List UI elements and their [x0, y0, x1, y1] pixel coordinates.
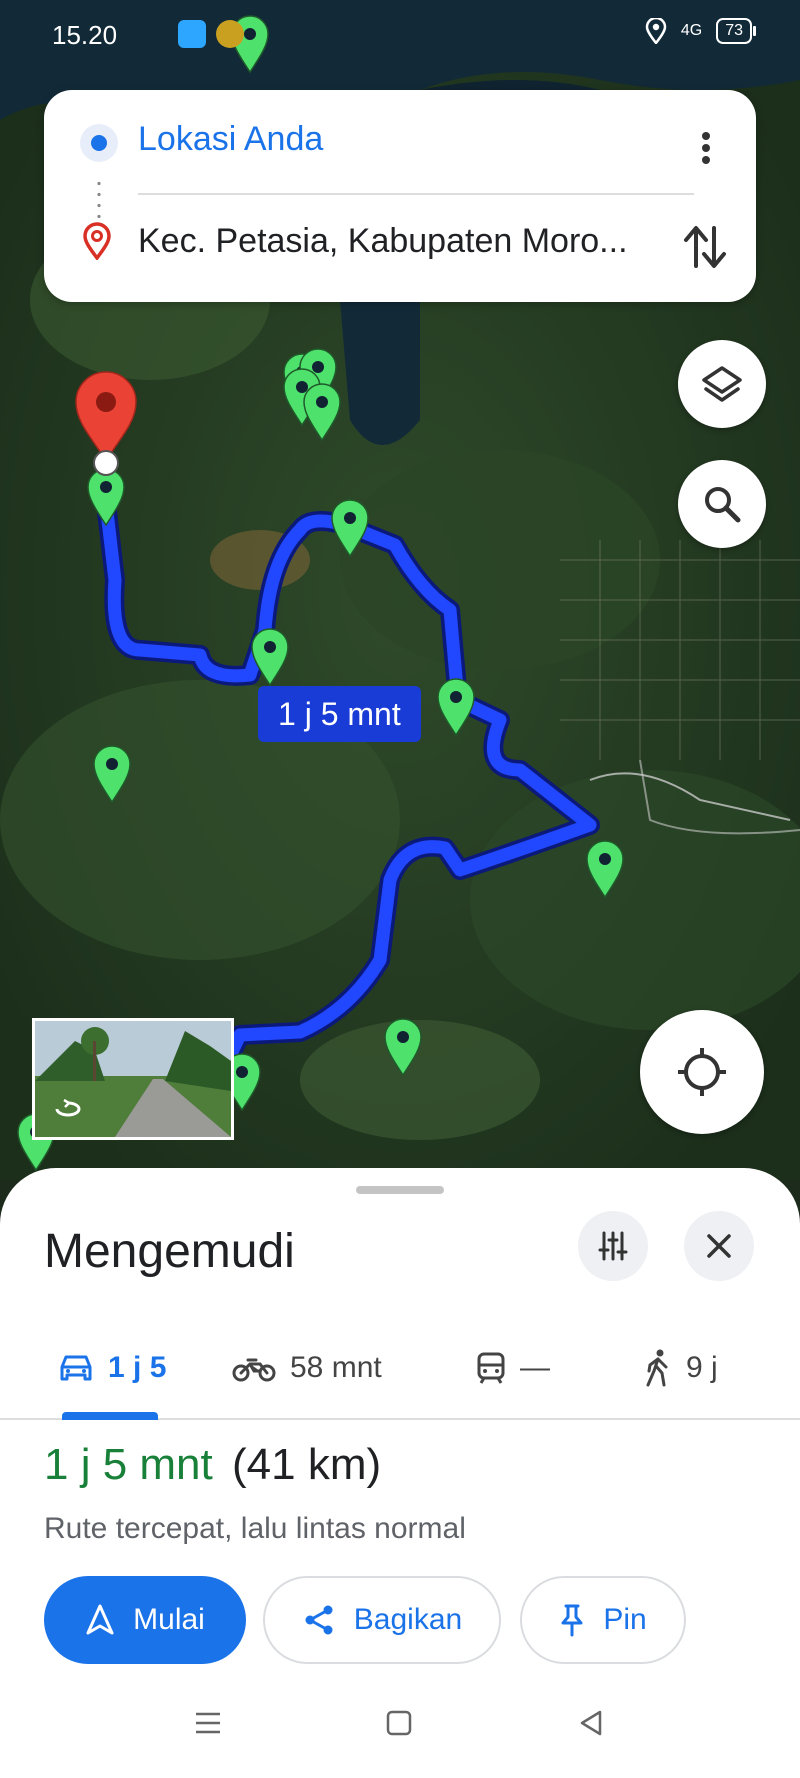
- swap-icon[interactable]: [680, 220, 730, 274]
- tab-transit-label: —: [520, 1351, 550, 1384]
- sheet-title: Mengemudi: [44, 1225, 295, 1278]
- route-duration: 1 j 5 mnt: [44, 1440, 213, 1489]
- route-eta-label[interactable]: 1 j 5 mnt: [258, 686, 421, 742]
- rotate-360-icon: [55, 1099, 81, 1117]
- car-icon: [60, 1355, 92, 1381]
- train-icon: [477, 1352, 505, 1384]
- tab-motorcycle-label: 58 mnt: [290, 1351, 382, 1384]
- pin-icon: [561, 1604, 583, 1637]
- destination-pin-icon: [83, 222, 111, 260]
- battery-level: 73: [725, 22, 743, 39]
- route-description: Rute tercepat, lalu lintas normal: [44, 1512, 466, 1545]
- tab-walking-label: 9 j: [686, 1351, 718, 1384]
- close-icon: [707, 1234, 731, 1258]
- tab-driving-label: 1 j 5: [108, 1351, 167, 1384]
- battery-indicator: 73: [716, 18, 756, 44]
- motorcycle-icon: [232, 1358, 276, 1382]
- share-button-label: Bagikan: [353, 1603, 463, 1636]
- travel-mode-tabs: 1 j 5 58 mnt — 9 j: [0, 1318, 800, 1420]
- street-view-image: [35, 1021, 231, 1137]
- close-button[interactable]: [684, 1211, 754, 1281]
- my-location-button[interactable]: [640, 1010, 764, 1134]
- pin-button-label: Pin: [603, 1603, 647, 1636]
- sliders-icon: [598, 1231, 628, 1261]
- sheet-drag-handle[interactable]: [356, 1186, 444, 1194]
- route-distance: (41 km): [232, 1440, 382, 1489]
- route-options-button[interactable]: [578, 1211, 648, 1281]
- tab-transit[interactable]: —: [476, 1318, 550, 1418]
- destination-field[interactable]: Kec. Petasia, Kabupaten Moro...: [138, 222, 658, 261]
- destination-row[interactable]: Kec. Petasia, Kabupaten Moro...: [44, 200, 756, 290]
- pin-button[interactable]: Pin: [520, 1576, 686, 1664]
- directions-card: Lokasi Anda Kec. Petasia, Kabupaten Moro…: [44, 90, 756, 302]
- origin-field[interactable]: Lokasi Anda: [138, 120, 323, 159]
- crosshair-icon: [678, 1048, 726, 1096]
- walk-icon: [646, 1349, 668, 1387]
- more-options-icon[interactable]: [686, 128, 726, 168]
- tab-motorcycle[interactable]: 58 mnt: [232, 1318, 382, 1418]
- location-icon: [645, 18, 667, 44]
- share-icon: [305, 1605, 333, 1635]
- menu-icon[interactable]: [192, 1708, 224, 1738]
- status-time: 15.20: [52, 20, 118, 50]
- back-icon[interactable]: [576, 1708, 606, 1738]
- home-icon[interactable]: [384, 1708, 414, 1738]
- search-along-route-button[interactable]: [678, 460, 766, 548]
- start-button-label: Mulai: [133, 1603, 205, 1636]
- origin-dot-icon: [80, 124, 118, 162]
- tab-walking[interactable]: 9 j: [644, 1318, 718, 1418]
- layers-button[interactable]: [678, 340, 766, 428]
- app-notification-icon: [216, 20, 244, 48]
- app-notification-icon: [178, 20, 206, 48]
- network-type: 4G: [680, 22, 703, 39]
- layers-icon: [702, 366, 742, 402]
- app-root: 15.20 4G 73 Lokasi Anda Kec. Petasia, Ka…: [0, 0, 800, 1778]
- divider: [138, 193, 694, 195]
- active-tab-indicator: [62, 1412, 158, 1420]
- system-nav-bar: [0, 1680, 800, 1778]
- tab-driving[interactable]: 1 j 5: [58, 1318, 166, 1418]
- share-button[interactable]: Bagikan: [263, 1576, 501, 1664]
- origin-row[interactable]: Lokasi Anda: [44, 98, 756, 188]
- street-view-thumbnail[interactable]: [32, 1018, 234, 1140]
- navigation-arrow-icon: [86, 1604, 114, 1635]
- start-button[interactable]: Mulai: [44, 1576, 246, 1664]
- search-icon: [705, 487, 741, 523]
- status-bar: 15.20 4G 73: [0, 0, 800, 70]
